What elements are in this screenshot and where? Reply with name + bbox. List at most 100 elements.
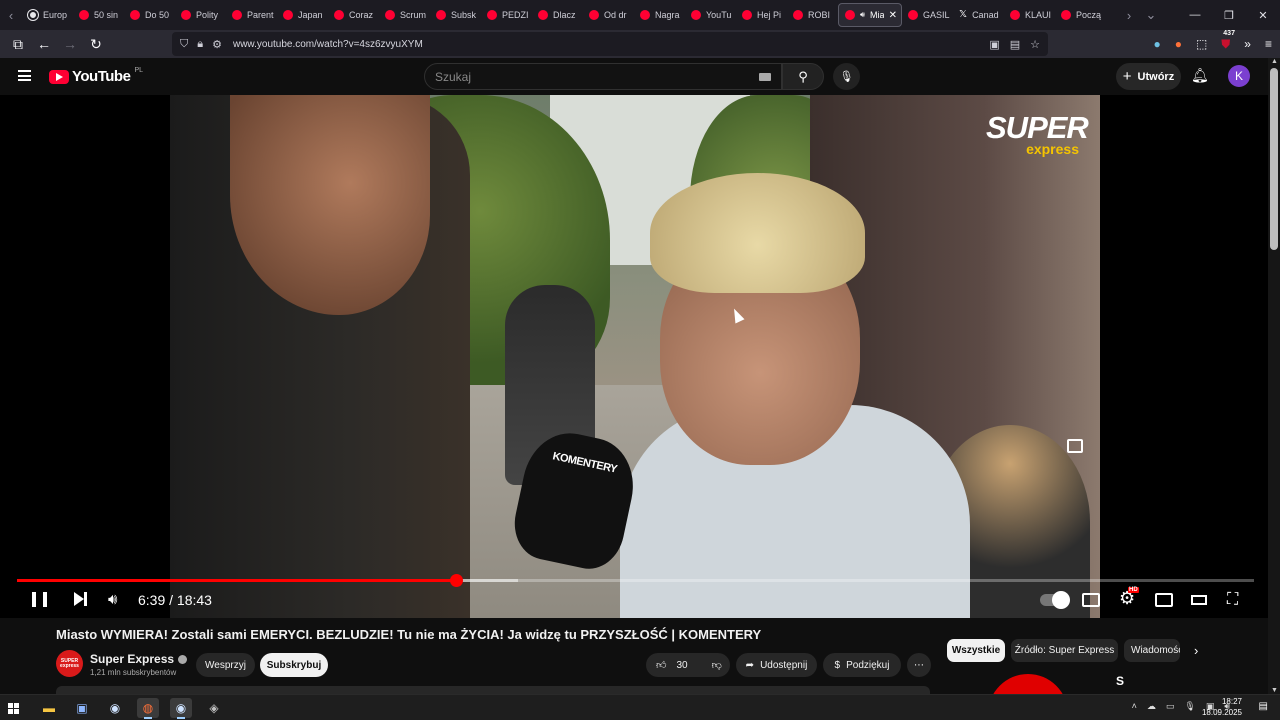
- file-explorer-icon[interactable]: ▬: [38, 698, 60, 718]
- lock-icon[interactable]: 🔒︎: [197, 38, 203, 51]
- sidebar-toggle-icon[interactable]: ⧉: [6, 32, 30, 56]
- browser-tab[interactable]: Dlacz: [532, 3, 583, 27]
- dislike-thumb-icon[interactable]: 👎︎: [712, 659, 722, 671]
- browser-tab[interactable]: Nagra: [634, 3, 685, 27]
- search-input[interactable]: Szukaj: [424, 63, 782, 90]
- scroll-down-arrow-icon[interactable]: ▼: [1271, 687, 1278, 694]
- minimize-button[interactable]: —: [1178, 0, 1212, 30]
- overflow-menu-icon[interactable]: »: [1244, 37, 1251, 51]
- steam-active-icon[interactable]: ◉: [170, 698, 192, 719]
- page-scrollbar[interactable]: ▲ ▼: [1268, 58, 1280, 694]
- browser-tab[interactable]: 50 sin: [73, 3, 124, 27]
- reader-view-icon[interactable]: ▤: [1010, 38, 1020, 51]
- tab-audio-icon[interactable]: 🔊︎: [860, 10, 865, 20]
- microphone-tray-icon[interactable]: 🎙︎: [1184, 701, 1195, 712]
- steam-icon[interactable]: ◉: [104, 698, 126, 718]
- windows-start-icon[interactable]: [8, 703, 19, 714]
- account-avatar[interactable]: K: [1228, 65, 1250, 87]
- browser-tab[interactable]: Polity: [175, 3, 226, 27]
- tab-scroll-right-button[interactable]: ›: [1118, 0, 1140, 30]
- bookmark-star-icon[interactable]: ☆: [1030, 38, 1040, 51]
- tab-close-icon[interactable]: ✕: [889, 10, 897, 21]
- browser-tab[interactable]: Europ: [22, 3, 73, 27]
- thanks-button[interactable]: $ Podziękuj: [823, 653, 901, 677]
- extension-icon[interactable]: ●: [1175, 37, 1182, 51]
- theater-mode-icon[interactable]: [1191, 595, 1207, 605]
- maximize-button[interactable]: ❐: [1212, 0, 1246, 30]
- pause-icon[interactable]: [32, 592, 47, 607]
- miniplayer-hint-icon[interactable]: [1067, 439, 1083, 453]
- autoplay-toggle[interactable]: [1040, 591, 1070, 609]
- subtitles-icon[interactable]: [1082, 593, 1100, 607]
- close-window-button[interactable]: ✕: [1246, 0, 1280, 30]
- browser-tab[interactable]: Parent: [226, 3, 277, 27]
- search-button[interactable]: ⚲: [782, 63, 824, 90]
- reload-button[interactable]: ↻: [84, 32, 108, 56]
- taskbar-clock[interactable]: 18:27 18.09.2025: [1202, 696, 1242, 718]
- like-thumb-icon[interactable]: 👍︎: [656, 659, 666, 671]
- channel-avatar[interactable]: SUPER express: [56, 650, 83, 677]
- picture-in-picture-icon[interactable]: ▣: [989, 38, 999, 51]
- browser-tab[interactable]: Do 50: [124, 3, 175, 27]
- browser-tab[interactable]: GASIL: [902, 3, 953, 27]
- volume-icon[interactable]: 🔊︎: [108, 591, 117, 608]
- address-bar[interactable]: ⛉ 🔒︎ ⚙︎ www.youtube.com/watch?v=4sz6zvyu…: [172, 32, 1048, 56]
- browser-tab[interactable]: PEDZI: [481, 3, 532, 27]
- tray-overflow-icon[interactable]: ˄: [1132, 701, 1137, 712]
- app-icon[interactable]: ◈: [203, 698, 225, 718]
- browser-tab[interactable]: Subsk: [430, 3, 481, 27]
- filter-chip-source[interactable]: Źródło: Super Express: [1011, 639, 1118, 662]
- voice-search-button[interactable]: 🎙︎: [833, 63, 860, 90]
- support-button[interactable]: Wesprzyj: [196, 653, 255, 677]
- filter-chip-news[interactable]: Wiadomości: [1124, 639, 1180, 662]
- filter-next-arrow-icon[interactable]: ›: [1194, 643, 1198, 658]
- notifications-bell-icon[interactable]: 🔔︎: [1191, 67, 1209, 84]
- extensions-puzzle-icon[interactable]: ⬚: [1196, 37, 1207, 51]
- guide-menu-icon[interactable]: [18, 70, 31, 81]
- browser-tab[interactable]: Od dr: [583, 3, 634, 27]
- browser-tab[interactable]: ROBI: [787, 3, 838, 27]
- browser-tab[interactable]: KLAUI: [1004, 3, 1055, 27]
- progress-bar[interactable]: [17, 574, 1254, 587]
- next-video-icon[interactable]: [74, 592, 87, 606]
- channel-name-link[interactable]: Super Express: [90, 652, 188, 666]
- browser-tab[interactable]: Japan: [277, 3, 328, 27]
- back-button[interactable]: ←: [32, 32, 56, 56]
- browser-tab[interactable]: Scrum: [379, 3, 430, 27]
- create-button[interactable]: + Utwórz: [1116, 63, 1181, 90]
- url-text[interactable]: www.youtube.com/watch?v=4sz6zvyuXYM: [233, 39, 423, 50]
- browser-tab[interactable]: Począ: [1055, 3, 1106, 27]
- youtube-logo[interactable]: YouTube PL: [49, 67, 143, 85]
- browser-tab[interactable]: 𝕏 Canad: [953, 3, 1004, 27]
- keyboard-icon[interactable]: [759, 72, 771, 81]
- recommended-title-partial[interactable]: S: [1116, 674, 1124, 688]
- vpn-extension-icon[interactable]: ●: [1153, 37, 1160, 51]
- app-menu-icon[interactable]: ≡: [1265, 37, 1272, 51]
- notification-center-icon[interactable]: ▤: [1259, 701, 1268, 712]
- remote-desktop-icon[interactable]: ▣: [71, 698, 93, 718]
- list-all-tabs-button[interactable]: ⌄: [1140, 0, 1162, 30]
- firefox-icon[interactable]: ◍: [137, 698, 159, 719]
- video-frame[interactable]: KOMENTERY: [170, 95, 1100, 618]
- browser-tab[interactable]: YouTu: [685, 3, 736, 27]
- fullscreen-icon[interactable]: ⛶: [1227, 591, 1247, 609]
- browser-tab[interactable]: Coraz: [328, 3, 379, 27]
- subscribe-button[interactable]: Subskrybuj: [260, 653, 328, 677]
- like-count[interactable]: 30: [676, 660, 687, 671]
- miniplayer-icon[interactable]: [1155, 593, 1173, 607]
- tracking-protection-icon[interactable]: ⛉: [180, 38, 188, 51]
- permissions-icon[interactable]: ⚙︎: [212, 38, 222, 51]
- more-actions-button[interactable]: ⋯: [907, 653, 931, 677]
- share-button[interactable]: ➦ Udostępnij: [736, 653, 817, 677]
- video-player[interactable]: KOMENTERY SUPER express 🔊︎ 6:39 / 18:43 …: [0, 95, 1268, 618]
- ublock-icon[interactable]: ⛊ 437: [1221, 29, 1235, 52]
- folder-tray-icon[interactable]: ▭: [1166, 701, 1175, 712]
- filter-chip-all[interactable]: Wszystkie: [947, 639, 1005, 662]
- browser-tab[interactable]: Hej Pi: [736, 3, 787, 27]
- forward-button[interactable]: →: [58, 32, 82, 56]
- scroll-up-arrow-icon[interactable]: ▲: [1271, 58, 1278, 65]
- tab-scroll-left-button[interactable]: ‹: [0, 0, 22, 30]
- browser-tab[interactable]: 🔊︎ Mia ✕: [838, 3, 902, 27]
- onedrive-icon[interactable]: ☁︎: [1147, 701, 1156, 712]
- scrollbar-thumb[interactable]: [1270, 68, 1278, 250]
